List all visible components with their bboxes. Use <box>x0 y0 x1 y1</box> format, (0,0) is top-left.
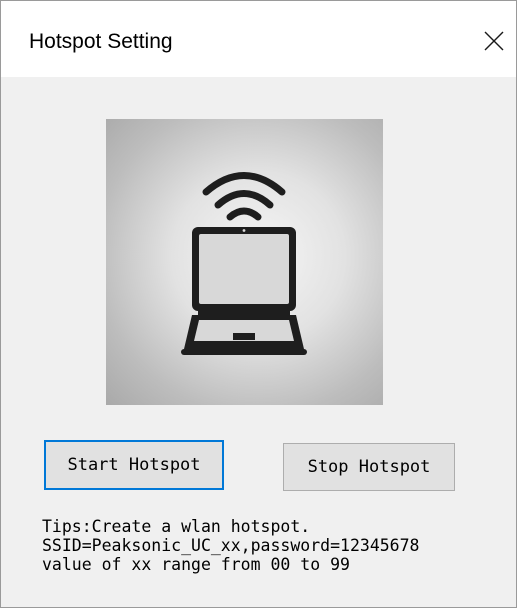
stop-hotspot-button[interactable]: Stop Hotspot <box>283 443 455 491</box>
dialog-title: Hotspot Setting <box>29 30 173 53</box>
close-button[interactable] <box>470 21 516 61</box>
start-hotspot-button[interactable]: Start Hotspot <box>44 440 224 490</box>
close-icon <box>484 31 504 51</box>
hotspot-illustration <box>106 119 383 405</box>
dialog-body: Start Hotspot Stop Hotspot Tips:Create a… <box>1 77 516 607</box>
tips-text: Tips:Create a wlan hotspot. SSID=Peaksoni… <box>42 517 420 574</box>
hotspot-setting-dialog: Hotspot Setting Start Hotspot Stop Hotsp… <box>0 0 517 608</box>
tips-line-3: value of xx range from 00 to 99 <box>42 555 350 574</box>
tips-line-1: Tips:Create a wlan hotspot. <box>42 517 311 536</box>
laptop-wifi-icon <box>181 172 307 355</box>
title-bar: Hotspot Setting <box>1 1 516 77</box>
tips-line-2: SSID=Peaksonic_UC_xx,password=12345678 <box>42 536 420 555</box>
